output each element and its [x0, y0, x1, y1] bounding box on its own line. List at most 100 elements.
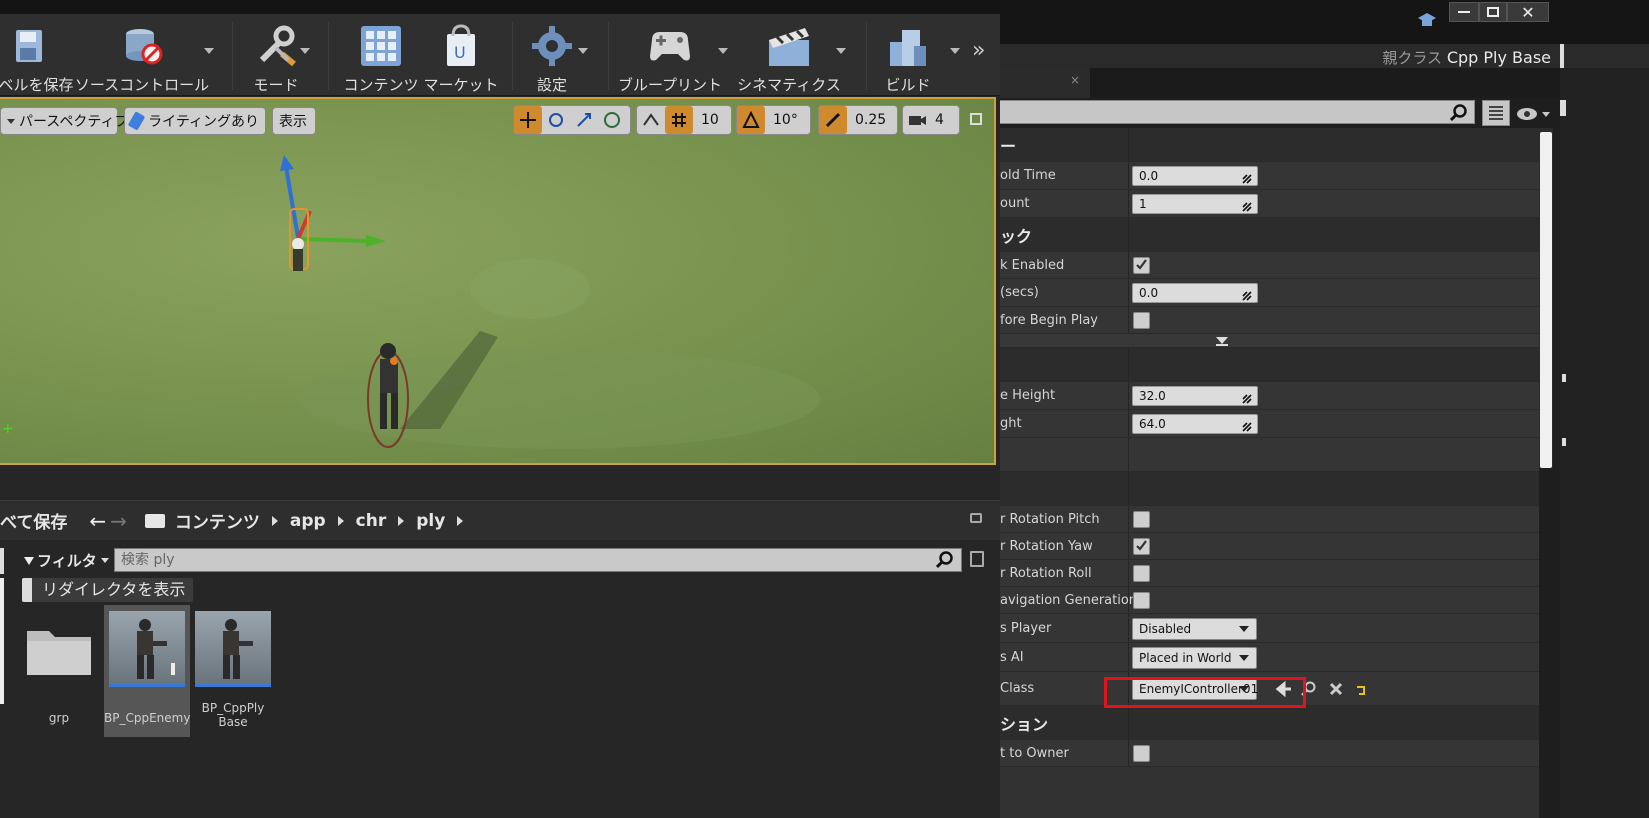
filters-button[interactable]: フィルタ: [24, 550, 109, 571]
property-checkbox[interactable]: [1133, 312, 1150, 329]
asset-bp-cppplybase[interactable]: BP_CppPly Base: [190, 605, 276, 737]
asset-bp-cppenemy[interactable]: BP_CppEnemy: [104, 605, 190, 737]
column-splitter[interactable]: [1128, 740, 1129, 766]
blueprints-dropdown[interactable]: [718, 48, 728, 54]
numeric-input[interactable]: 0.0: [1132, 283, 1258, 303]
column-splitter[interactable]: [1128, 560, 1129, 586]
save-level-button[interactable]: ベルを保存: [0, 14, 74, 96]
reset-to-default-icon[interactable]: [1355, 681, 1367, 700]
search-icon[interactable]: [935, 551, 954, 569]
build-button[interactable]: ビルド: [878, 14, 938, 96]
drag-grip-icon[interactable]: [1242, 288, 1252, 301]
visibility-eye-icon[interactable]: [1516, 106, 1550, 125]
column-splitter[interactable]: [1128, 162, 1129, 189]
property-checkbox[interactable]: [1133, 592, 1150, 609]
translate-mode-icon[interactable]: [514, 106, 542, 134]
grid-snap-icon[interactable]: [665, 106, 693, 134]
rotate-mode-icon[interactable]: [542, 106, 570, 134]
breadcrumb-content[interactable]: コンテンツ: [175, 508, 260, 533]
build-dropdown[interactable]: [950, 48, 960, 54]
property-checkbox[interactable]: [1133, 511, 1150, 528]
toolbar-overflow-button[interactable]: »: [972, 38, 985, 63]
column-splitter[interactable]: [1128, 252, 1129, 278]
drag-grip-icon[interactable]: [1242, 419, 1252, 432]
category-header[interactable]: [1000, 472, 1539, 506]
breadcrumb-arrow-icon[interactable]: [337, 515, 344, 526]
property-checkbox[interactable]: [1133, 565, 1150, 582]
settings-dropdown[interactable]: [578, 48, 588, 54]
tab-close-icon[interactable]: ×: [1070, 73, 1080, 87]
minimize-button[interactable]: [1449, 2, 1479, 22]
maximize-viewport-icon[interactable]: [970, 113, 982, 125]
column-splitter[interactable]: [1128, 307, 1129, 333]
scale-mode-icon[interactable]: [570, 106, 598, 134]
rotation-snap-value[interactable]: 10°: [765, 112, 806, 128]
forward-arrow-icon[interactable]: →: [110, 509, 127, 533]
advanced-expand-icon[interactable]: [1216, 337, 1228, 344]
modes-dropdown[interactable]: [300, 48, 310, 54]
source-control-dropdown[interactable]: [204, 48, 214, 54]
clear-x-icon[interactable]: [1329, 681, 1343, 700]
column-splitter[interactable]: [1128, 218, 1129, 251]
property-row[interactable]: [1000, 334, 1539, 348]
column-splitter[interactable]: [1128, 643, 1129, 671]
perspective-button[interactable]: パースペクティブ: [0, 107, 128, 135]
breadcrumb-arrow-icon[interactable]: [398, 515, 405, 526]
column-splitter[interactable]: [1128, 438, 1129, 471]
world-space-icon[interactable]: [598, 106, 626, 134]
blueprints-button[interactable]: ブループリント: [618, 14, 722, 96]
property-checkbox[interactable]: [1133, 538, 1150, 555]
breadcrumb-arrow-icon[interactable]: [457, 515, 464, 526]
content-button[interactable]: コンテンツ: [344, 14, 419, 96]
settings-button[interactable]: 設定: [524, 14, 580, 96]
column-splitter[interactable]: [1128, 348, 1129, 381]
modes-button[interactable]: モード: [246, 14, 306, 96]
scale-snap-value[interactable]: 0.25: [847, 112, 894, 128]
column-splitter[interactable]: [1128, 472, 1129, 505]
close-button[interactable]: ✕: [1507, 2, 1549, 22]
restore-button[interactable]: [1479, 2, 1507, 22]
details-search-input[interactable]: [1000, 100, 1475, 124]
numeric-input[interactable]: 32.0: [1132, 386, 1258, 406]
asset-folder-grp[interactable]: grp: [16, 605, 102, 737]
drag-grip-icon[interactable]: [1242, 171, 1252, 184]
details-scrollbar-thumb[interactable]: [1540, 132, 1552, 468]
parent-class-link[interactable]: Cpp Ply Base: [1447, 48, 1551, 67]
column-splitter[interactable]: [1128, 506, 1129, 532]
column-splitter[interactable]: [1128, 533, 1129, 559]
save-search-icon[interactable]: [970, 551, 984, 567]
enum-combo[interactable]: Placed in World: [1132, 647, 1257, 669]
category-header[interactable]: ック: [1000, 218, 1539, 252]
breadcrumb-app[interactable]: app: [290, 511, 326, 531]
column-splitter[interactable]: [1128, 279, 1129, 306]
category-header[interactable]: ー: [1000, 128, 1539, 162]
category-header[interactable]: ション: [1000, 706, 1539, 740]
surface-snap-icon[interactable]: [637, 106, 665, 134]
camera-speed-icon[interactable]: [903, 106, 931, 134]
rotation-snap-icon[interactable]: [737, 106, 765, 134]
show-flags-button[interactable]: 表示: [272, 107, 316, 135]
graduation-cap-icon[interactable]: [1418, 12, 1436, 26]
asset-search-input[interactable]: 検索 ply: [114, 548, 962, 572]
numeric-input[interactable]: 0.0: [1132, 166, 1258, 186]
search-icon[interactable]: [1449, 104, 1468, 126]
grid-snap-value[interactable]: 10: [693, 112, 727, 128]
cinematics-button[interactable]: シネマティクス: [737, 14, 841, 96]
lock-icon[interactable]: [970, 513, 982, 523]
show-redirectors-toggle[interactable]: リダイレクタを表示: [22, 578, 194, 602]
column-splitter[interactable]: [1128, 382, 1129, 409]
breadcrumb-ply[interactable]: ply: [416, 511, 445, 531]
level-viewport[interactable]: + パースペクティブ ライティングあり 表示 10 10° 0.25 4: [0, 97, 996, 465]
column-splitter[interactable]: [1128, 190, 1129, 217]
breadcrumb-chr[interactable]: chr: [356, 511, 387, 531]
drag-grip-icon[interactable]: [1242, 391, 1252, 404]
property-matrix-button[interactable]: [1482, 100, 1510, 126]
property-checkbox[interactable]: [1133, 745, 1150, 762]
camera-speed-value[interactable]: 4: [931, 112, 948, 128]
scale-snap-icon[interactable]: [819, 106, 847, 134]
column-splitter[interactable]: [1128, 128, 1129, 161]
column-splitter[interactable]: [1128, 706, 1129, 739]
enum-combo[interactable]: Disabled: [1132, 618, 1257, 640]
lighting-mode-button[interactable]: ライティングあり: [124, 107, 266, 135]
property-checkbox[interactable]: [1133, 257, 1150, 274]
